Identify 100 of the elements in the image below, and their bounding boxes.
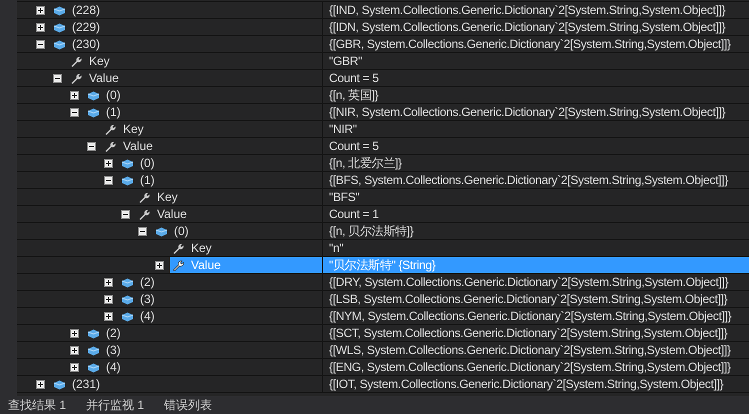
collapse-button[interactable] [121,210,130,219]
item-value: {[SCT, System.Collections.Generic.Dictionary`2[System.String,System.Object]]} [329,325,728,341]
item-name: Key [191,241,212,255]
plus-icon [71,364,78,371]
cube-icon [53,39,66,50]
minus-icon [139,228,146,235]
tree-row[interactable]: Key "GBR" [17,53,749,70]
item-value: "n" [329,240,344,256]
wrench-icon [104,141,117,152]
tree-row[interactable]: (228) {[IND, System.Collections.Generic.Dictionary`2[System.String,System.Object]]} [17,2,749,19]
item-value: "贝尔法斯特" {String} [329,257,436,273]
item-value: "GBR" [329,53,362,69]
expand-button[interactable] [104,312,113,321]
tree-row[interactable]: (1) {[BFS, System.Collections.Generic.Dictionary`2[System.String,System.Object]]} [17,172,749,189]
wrench-icon [172,260,185,271]
expand-button[interactable] [104,295,113,304]
expand-button[interactable] [104,278,113,287]
item-value: Count = 5 [329,138,379,154]
cube-icon [87,90,100,101]
wrench-icon [104,124,117,135]
expand-button[interactable] [155,261,164,270]
tree-row[interactable]: Value Count = 1 [17,206,749,223]
cube-icon [121,158,134,169]
minus-icon [105,177,112,184]
tree-row[interactable]: (4) {[NYM, System.Collections.Generic.Dictionary`2[System.String,System.Object]]} [17,308,749,325]
expand-button[interactable] [70,329,79,338]
tree-row[interactable]: Key "BFS" [17,189,749,206]
cube-icon [155,226,168,237]
panel-tab[interactable]: 并行监视 1 [82,397,148,413]
cube-icon [87,328,100,339]
tree-row[interactable]: (1) {[NIR, System.Collections.Generic.Dictionary`2[System.String,System.Object]]} [17,104,749,121]
item-value: {[GBR, System.Collections.Generic.Dictionary`2[System.String,System.Object]]} [329,36,731,52]
item-name: (0) [174,224,189,238]
plus-icon [156,262,163,269]
panel-tab[interactable]: 查找结果 1 [4,397,70,413]
expand-button[interactable] [36,23,45,32]
wrench-icon [138,192,151,203]
item-value: {[n, 英国]} [329,87,378,103]
collapse-button[interactable] [104,176,113,185]
item-name: (1) [106,105,121,119]
item-name: (3) [106,343,121,357]
item-name: Value [123,139,153,153]
item-name: (0) [140,156,155,170]
item-value: {[BFS, System.Collections.Generic.Dictionary`2[System.String,System.Object]]} [329,172,728,188]
cube-icon [121,294,134,305]
tree-row[interactable]: Key "NIR" [17,121,749,138]
collapse-button[interactable] [53,74,62,83]
item-value: {[NYM, System.Collections.Generic.Dictionary`2[System.String,System.Object]]} [329,308,732,324]
minus-icon [71,109,78,116]
tree-row[interactable]: (229) {[IDN, System.Collections.Generic.Dictionary`2[System.String,System.Object]]} [17,19,749,36]
cube-icon [121,175,134,186]
item-name: (2) [106,326,121,340]
tree-row[interactable]: (3) {[LSB, System.Collections.Generic.Dictionary`2[System.String,System.Object]]} [17,291,749,308]
item-name: (0) [106,88,121,102]
plus-icon [105,279,112,286]
plus-icon [37,381,44,388]
collapse-button[interactable] [138,227,147,236]
item-value: {[ENG, System.Collections.Generic.Dictionary`2[System.String,System.Object]]} [329,359,731,375]
tree-row[interactable]: (2) {[SCT, System.Collections.Generic.Dictionary`2[System.String,System.Object]]} [17,325,749,342]
minus-icon [54,75,61,82]
item-name: Value [89,71,119,85]
collapse-button[interactable] [70,108,79,117]
item-name: (229) [72,20,100,34]
item-name: Key [123,122,144,136]
item-name: (2) [140,275,155,289]
plus-icon [37,7,44,14]
tree-row[interactable]: (3) {[WLS, System.Collections.Generic.Dictionary`2[System.String,System.Object]]} [17,342,749,359]
panel-tab[interactable]: 错误列表 [160,397,216,413]
tree-row[interactable]: (0) {[n, 贝尔法斯特]} [17,223,749,240]
wrench-icon [138,209,151,220]
wrench-icon [172,243,185,254]
tree-row[interactable]: (4) {[ENG, System.Collections.Generic.Dictionary`2[System.String,System.Object]]} [17,359,749,376]
expand-button[interactable] [70,346,79,355]
expand-button[interactable] [104,159,113,168]
minus-icon [122,211,129,218]
item-name: (231) [72,377,100,391]
expand-button[interactable] [70,91,79,100]
item-value: "BFS" [329,189,360,205]
item-name: (3) [140,292,155,306]
tree-row[interactable]: (0) {[n, 英国]} [17,87,749,104]
item-name: Value [157,207,187,221]
expand-button[interactable] [36,380,45,389]
cube-icon [53,22,66,33]
item-value: {[n, 贝尔法斯特]} [329,223,414,239]
tree-row[interactable]: Value Count = 5 [17,138,749,155]
tree-row[interactable]: (230) {[GBR, System.Collections.Generic.Dictionary`2[System.String,System.Object]]} [17,36,749,53]
expand-button[interactable] [36,6,45,15]
tree-row[interactable]: (0) {[n, 北爱尔兰]} [17,155,749,172]
collapse-button[interactable] [36,40,45,49]
item-name: Key [157,190,178,204]
item-value: {[NIR, System.Collections.Generic.Dictionary`2[System.String,System.Object]]} [329,104,726,120]
minus-icon [37,41,44,48]
cube-icon [87,345,100,356]
plus-icon [71,330,78,337]
tree-row[interactable]: Value Count = 5 [17,70,749,87]
collapse-button[interactable] [87,142,96,151]
expand-button[interactable] [70,363,79,372]
item-value: {[IOT, System.Collections.Generic.Dictionary`2[System.String,System.Object]]} [329,376,724,392]
item-name: Value [191,258,221,272]
tree-row[interactable]: (2) {[DRY, System.Collections.Generic.Dictionary`2[System.String,System.Object]]} [17,274,749,291]
